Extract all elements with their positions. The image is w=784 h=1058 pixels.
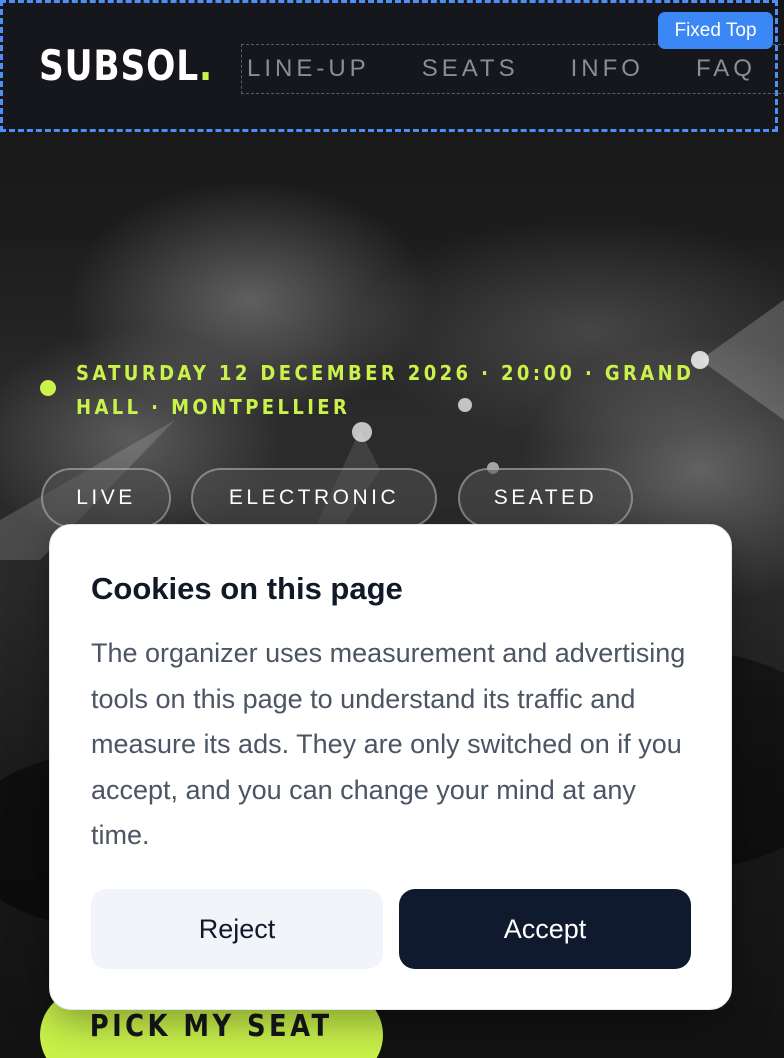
tag-electronic: ELECTRONIC: [191, 468, 437, 528]
tag-seated: SEATED: [458, 468, 633, 528]
logo-text: SUBSOL: [39, 41, 199, 90]
cookie-title: Cookies on this page: [91, 571, 403, 606]
nav-link-lineup[interactable]: LINE-UP: [247, 55, 370, 83]
event-date-location: SATURDAY 12 DECEMBER 2026 · 20:00 · GRAN…: [76, 361, 695, 419]
live-dot-icon: [40, 380, 56, 396]
brand-logo[interactable]: SUBSOL.: [39, 41, 213, 90]
cta-label: PICK MY SEAT: [90, 1008, 333, 1044]
logo-dot: .: [198, 41, 213, 90]
nav-link-seats[interactable]: SEATS: [422, 55, 519, 83]
tag-live: LIVE: [41, 468, 171, 528]
site-header: SUBSOL. LINE-UP SEATS INFO FAQ Fixed Top: [0, 0, 784, 132]
nav-link-info[interactable]: INFO: [571, 55, 644, 83]
fixed-top-badge: Fixed Top: [658, 12, 773, 49]
reject-button[interactable]: Reject: [91, 889, 383, 969]
cookie-consent-dialog: Cookies on this page The organizer uses …: [49, 524, 732, 1010]
main-nav: LINE-UP SEATS INFO FAQ: [241, 44, 784, 94]
nav-link-faq[interactable]: FAQ: [696, 55, 756, 83]
accept-button[interactable]: Accept: [399, 889, 691, 969]
cookie-description: The organizer uses measurement and adver…: [91, 638, 686, 850]
